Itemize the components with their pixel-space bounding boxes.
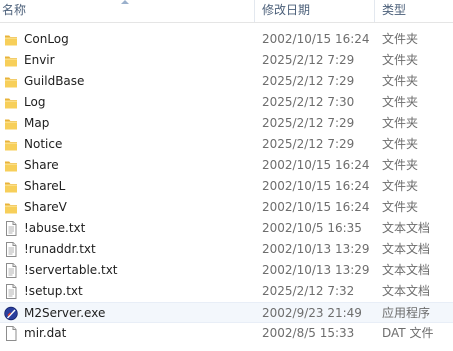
- file-date-modified: 2025/2/12 7:29: [262, 74, 355, 88]
- file-row[interactable]: Log 2025/2/12 7:30 文件夹: [0, 92, 453, 113]
- file-name: ConLog: [24, 32, 69, 46]
- file-type: 文件夹: [382, 116, 419, 130]
- file-name: GuildBase: [24, 74, 85, 88]
- folder-icon: [4, 116, 18, 131]
- file-name: Map: [24, 116, 50, 130]
- folder-icon: [4, 53, 18, 68]
- text-document-icon: [4, 263, 18, 278]
- application-icon: [4, 306, 18, 321]
- file-name: !servertable.txt: [24, 263, 118, 277]
- file-row[interactable]: ConLog 2002/10/15 16:24 文件夹: [0, 29, 453, 50]
- file-row[interactable]: Notice 2025/2/12 7:29 文件夹: [0, 134, 453, 155]
- file-name: Notice: [24, 137, 63, 151]
- file-date-modified: 2002/10/15 16:24: [262, 179, 370, 193]
- text-document-icon: [4, 284, 18, 299]
- file-name: !runaddr.txt: [24, 242, 96, 256]
- file-date-modified: 2002/9/23 21:49: [262, 306, 362, 320]
- file-name: mir.dat: [24, 326, 67, 340]
- file-type: DAT 文件: [382, 326, 434, 340]
- column-header-bar: 名称 修改日期 类型: [0, 0, 453, 23]
- file-row[interactable]: !setup.txt 2025/2/12 7:32 文本文档: [0, 281, 453, 302]
- file-name: M2Server.exe: [24, 306, 106, 320]
- file-row[interactable]: mir.dat 2002/8/5 15:33 DAT 文件: [0, 323, 453, 344]
- blank-file-icon: [4, 326, 18, 341]
- folder-icon: [4, 95, 18, 110]
- folder-icon: [4, 74, 18, 89]
- file-date-modified: 2025/2/12 7:29: [262, 53, 355, 67]
- file-row[interactable]: M2Server.exe 2002/9/23 21:49 应用程序: [0, 302, 453, 323]
- file-type: 文本文档: [382, 221, 431, 235]
- file-list: ConLog 2002/10/15 16:24 文件夹 Envir 2025/2/12 …: [0, 29, 453, 344]
- text-document-icon: [4, 242, 18, 257]
- column-header-type[interactable]: 类型: [382, 0, 452, 22]
- file-type: 文件夹: [382, 74, 419, 88]
- column-header-date-modified[interactable]: 修改日期: [262, 0, 370, 22]
- folder-icon: [4, 179, 18, 194]
- file-name: !setup.txt: [24, 284, 83, 298]
- file-type: 文件夹: [382, 158, 419, 172]
- file-type: 文本文档: [382, 284, 431, 298]
- file-date-modified: 2002/10/15 16:24: [262, 200, 370, 214]
- file-type: 文件夹: [382, 32, 419, 46]
- column-divider[interactable]: [254, 0, 255, 22]
- file-type: 文件夹: [382, 95, 419, 109]
- file-row[interactable]: !abuse.txt 2002/10/5 16:35 文本文档: [0, 218, 453, 239]
- folder-icon: [4, 200, 18, 215]
- file-type: 文本文档: [382, 242, 431, 256]
- file-type: 应用程序: [382, 306, 431, 320]
- column-divider[interactable]: [374, 0, 375, 22]
- file-date-modified: 2025/2/12 7:29: [262, 116, 355, 130]
- file-name: ShareV: [24, 200, 67, 214]
- file-name: Log: [24, 95, 46, 109]
- file-date-modified: 2002/10/15 16:24: [262, 158, 370, 172]
- file-date-modified: 2002/8/5 15:33: [262, 326, 355, 340]
- folder-icon: [4, 137, 18, 152]
- file-type: 文件夹: [382, 137, 419, 151]
- file-row[interactable]: GuildBase 2025/2/12 7:29 文件夹: [0, 71, 453, 92]
- file-type: 文本文档: [382, 263, 431, 277]
- file-row[interactable]: !servertable.txt 2002/10/13 13:29 文本文档: [0, 260, 453, 281]
- file-row[interactable]: !runaddr.txt 2002/10/13 13:29 文本文档: [0, 239, 453, 260]
- file-row[interactable]: Share 2002/10/15 16:24 文件夹: [0, 155, 453, 176]
- file-name: Envir: [24, 53, 55, 67]
- file-row[interactable]: ShareL 2002/10/15 16:24 文件夹: [0, 176, 453, 197]
- file-name: ShareL: [24, 179, 66, 193]
- file-date-modified: 2025/2/12 7:32: [262, 284, 355, 298]
- file-date-modified: 2002/10/15 16:24: [262, 32, 370, 46]
- file-type: 文件夹: [382, 200, 419, 214]
- file-name: !abuse.txt: [24, 221, 86, 235]
- text-document-icon: [4, 221, 18, 236]
- file-date-modified: 2025/2/12 7:30: [262, 95, 355, 109]
- file-type: 文件夹: [382, 53, 419, 67]
- file-name: Share: [24, 158, 59, 172]
- file-row[interactable]: Envir 2025/2/12 7:29 文件夹: [0, 50, 453, 71]
- file-date-modified: 2002/10/5 16:35: [262, 221, 362, 235]
- file-row[interactable]: ShareV 2002/10/15 16:24 文件夹: [0, 197, 453, 218]
- file-date-modified: 2025/2/12 7:29: [262, 137, 355, 151]
- file-date-modified: 2002/10/13 13:29: [262, 263, 370, 277]
- sort-ascending-icon: [121, 0, 129, 4]
- folder-icon: [4, 158, 18, 173]
- file-row[interactable]: Map 2025/2/12 7:29 文件夹: [0, 113, 453, 134]
- folder-icon: [4, 32, 18, 47]
- file-type: 文件夹: [382, 179, 419, 193]
- file-date-modified: 2002/10/13 13:29: [262, 242, 370, 256]
